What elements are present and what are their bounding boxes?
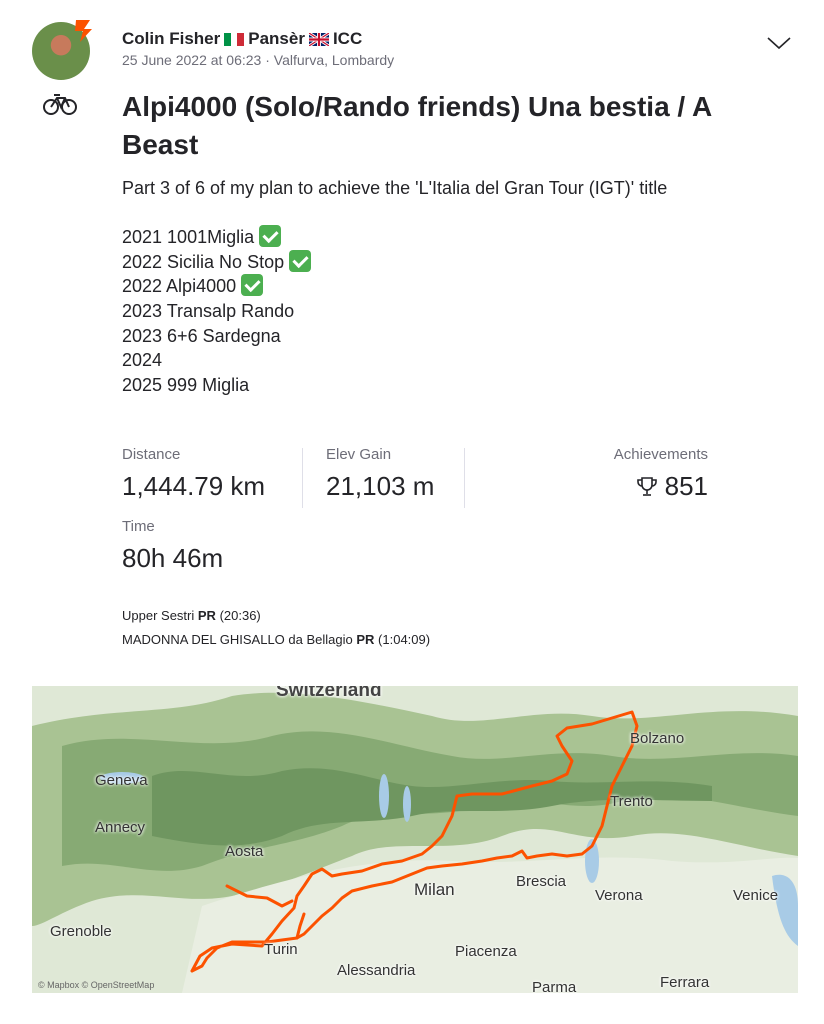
plan-item-text: 2022 Alpi4000 bbox=[122, 276, 237, 297]
segment-highlights: Upper Sestri PR (20:36) MADONNA DEL GHIS… bbox=[122, 604, 430, 652]
plan-list: 2021 1001Miglia 2022 Sicilia No Stop 202… bbox=[122, 225, 762, 397]
map-label-parma: Parma bbox=[532, 979, 577, 993]
athlete-name[interactable]: Colin Fisher bbox=[122, 29, 220, 49]
plan-item: 2025 999 Miglia bbox=[122, 373, 762, 398]
time-label: Time bbox=[122, 518, 155, 535]
stat-divider bbox=[464, 448, 465, 508]
description-intro: Part 3 of 6 of my plan to achieve the 'L… bbox=[122, 178, 668, 198]
subscriber-badge-icon bbox=[75, 20, 92, 42]
map-label-switzerland: Switzerland bbox=[276, 686, 382, 701]
map-label-milan: Milan bbox=[414, 880, 455, 899]
chevron-down-icon[interactable] bbox=[766, 35, 792, 51]
map-label-grenoble: Grenoble bbox=[50, 923, 112, 940]
map-label-turin: Turin bbox=[264, 941, 298, 958]
italy-flag-icon bbox=[224, 32, 245, 46]
map-label-piacenza: Piacenza bbox=[455, 943, 517, 960]
map-label-bolzano: Bolzano bbox=[630, 730, 685, 747]
segment-time: (20:36) bbox=[219, 608, 261, 623]
map-label-alessandria: Alessandria bbox=[337, 962, 416, 979]
club-name-2: ICC bbox=[332, 29, 363, 48]
route-map[interactable]: Switzerland Geneva Annecy Aosta Grenoble… bbox=[32, 686, 798, 993]
uk-flag-icon bbox=[308, 32, 329, 46]
map-label-verona: Verona bbox=[595, 887, 643, 904]
plan-item: 2022 Sicilia No Stop bbox=[122, 249, 762, 275]
activity-description: Part 3 of 6 of my plan to achieve the 'L… bbox=[122, 176, 762, 397]
achievements-stat[interactable]: Achievements 851 bbox=[614, 446, 708, 502]
plan-item: 2022 Alpi4000 bbox=[122, 274, 762, 299]
achievements-value-row: 851 bbox=[614, 471, 708, 502]
segment-item[interactable]: MADONNA DEL GHISALLO da Bellagio PR (1:0… bbox=[122, 628, 430, 652]
pr-badge: PR bbox=[197, 608, 216, 623]
segment-time: (1:04:09) bbox=[378, 632, 431, 647]
map-label-brescia: Brescia bbox=[516, 873, 567, 890]
plan-item: 2023 6+6 Sardegna bbox=[122, 324, 762, 349]
plan-item: 2023 Transalp Rando bbox=[122, 299, 762, 324]
club-name-1: Pansèr bbox=[248, 29, 305, 48]
plan-item: 2021 1001Miglia bbox=[122, 225, 762, 250]
map-attribution[interactable]: © Mapbox © OpenStreetMap bbox=[38, 980, 154, 990]
athlete-name-row: Colin Fisher Pansèr ICC bbox=[122, 29, 394, 49]
elev-gain-value: 21,103 m bbox=[326, 471, 435, 501]
bike-icon bbox=[43, 94, 77, 115]
activity-title[interactable]: Alpi4000 (Solo/Rando friends) Una bestia… bbox=[122, 88, 742, 164]
pr-badge: PR bbox=[356, 632, 375, 647]
plan-item-text: 2021 1001Miglia bbox=[122, 227, 255, 248]
distance-value: 1,444.79 km bbox=[122, 471, 266, 501]
time-stat: Time 80h 46m bbox=[122, 518, 223, 574]
distance-label: Distance bbox=[122, 446, 181, 463]
map-label-annecy: Annecy bbox=[95, 819, 146, 836]
trophy-icon bbox=[636, 476, 657, 496]
plan-item: 2024 bbox=[122, 348, 762, 373]
check-mark-icon bbox=[259, 225, 282, 248]
stat-divider bbox=[302, 448, 303, 508]
map-label-venice: Venice bbox=[733, 887, 779, 904]
check-mark-icon bbox=[241, 274, 264, 297]
plan-item-text: 2025 999 Miglia bbox=[122, 374, 250, 395]
time-value: 80h 46m bbox=[122, 543, 224, 573]
athlete-avatar[interactable] bbox=[32, 20, 92, 80]
elev-gain-label: Elev Gain bbox=[326, 446, 392, 463]
achievements-value: 851 bbox=[664, 471, 708, 501]
plan-item-text: 2024 bbox=[122, 350, 163, 371]
map-label-trento: Trento bbox=[610, 793, 653, 810]
activity-stats: Distance 1,444.79 km Elev Gain 21,103 m … bbox=[122, 446, 712, 510]
segment-name: MADONNA DEL GHISALLO da Bellagio bbox=[122, 632, 353, 647]
map-label-aosta: Aosta bbox=[225, 843, 264, 860]
activity-date-location: 25 June 2022 at 06:23 · Valfurva, Lombar… bbox=[122, 52, 395, 68]
elev-gain-stat: Elev Gain 21,103 m bbox=[326, 446, 434, 502]
plan-item-text: 2023 6+6 Sardegna bbox=[122, 325, 281, 346]
distance-stat: Distance 1,444.79 km bbox=[122, 446, 265, 502]
map-label-ferrara: Ferrara bbox=[660, 974, 710, 991]
segment-name: Upper Sestri bbox=[122, 608, 195, 623]
plan-item-text: 2023 Transalp Rando bbox=[122, 300, 295, 321]
check-mark-icon bbox=[289, 249, 312, 272]
plan-item-text: 2022 Sicilia No Stop bbox=[122, 251, 285, 272]
segment-item[interactable]: Upper Sestri PR (20:36) bbox=[122, 604, 430, 628]
activity-header: Colin Fisher Pansèr ICC 25 June 2022 at … bbox=[122, 29, 394, 68]
achievements-label: Achievements bbox=[613, 446, 708, 463]
map-label-geneva: Geneva bbox=[95, 772, 148, 789]
